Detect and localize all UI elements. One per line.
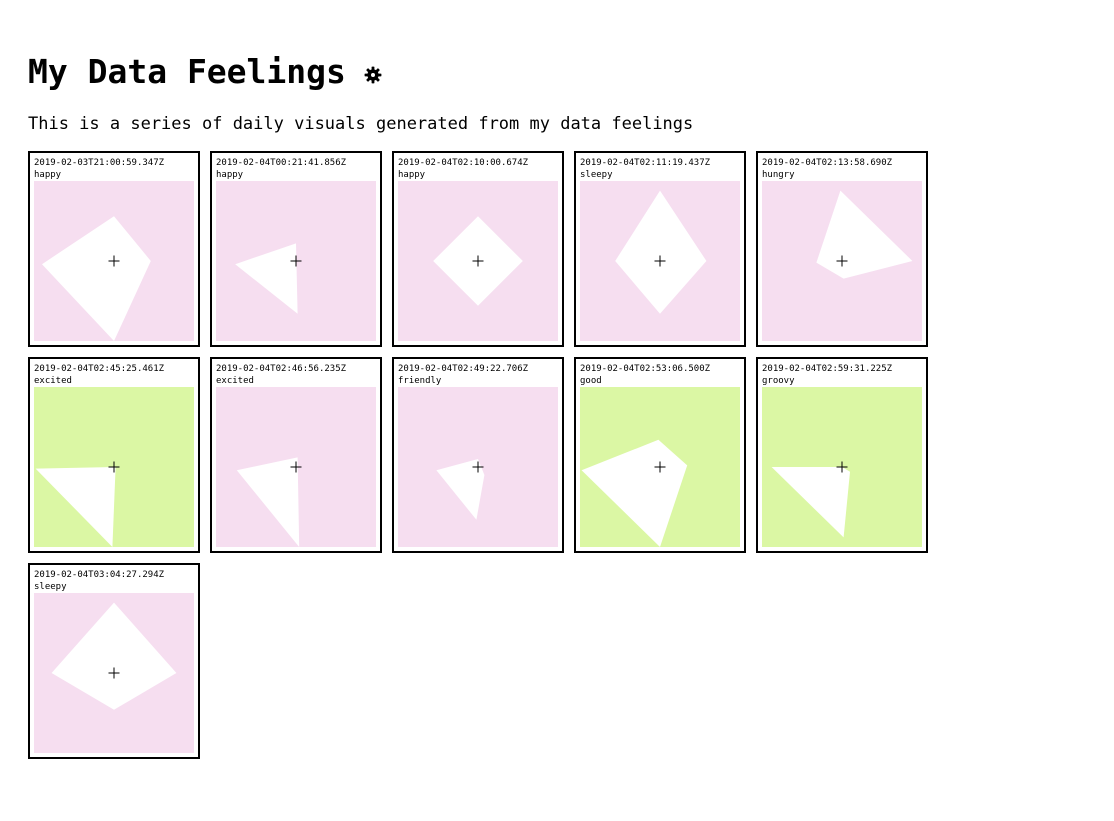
card-feeling: sleepy <box>34 582 67 592</box>
card-timestamp: 2019-02-04T02:13:58.690Z <box>762 158 893 168</box>
feeling-card: 2019-02-04T02:46:56.235Z excited <box>210 357 382 553</box>
card-timestamp: 2019-02-04T02:45:25.461Z <box>34 364 165 374</box>
feeling-card: 2019-02-04T03:04:27.294Z sleepy <box>28 563 200 759</box>
feeling-card: 2019-02-04T02:53:06.500Z good <box>574 357 746 553</box>
card-feeling: happy <box>216 170 244 180</box>
card-feeling: sleepy <box>580 170 613 180</box>
card-feeling: groovy <box>762 376 795 386</box>
card-feeling: good <box>580 376 602 386</box>
card-meta: 2019-02-04T02:45:25.461Z excited <box>34 363 164 387</box>
card-timestamp: 2019-02-04T02:11:19.437Z <box>580 158 711 168</box>
page-subtitle: This is a series of daily visuals genera… <box>28 114 694 134</box>
card-meta: 2019-02-04T02:59:31.225Z groovy <box>762 363 892 387</box>
feeling-card: 2019-02-04T02:10:00.674Z happy <box>392 151 564 347</box>
feeling-visual <box>34 593 194 753</box>
feeling-card: 2019-02-04T02:11:19.437Z sleepy <box>574 151 746 347</box>
feeling-card: 2019-02-03T21:00:59.347Z happy <box>28 151 200 347</box>
card-meta: 2019-02-04T00:21:41.856Z happy <box>216 157 346 181</box>
feeling-visual <box>762 181 922 341</box>
card-timestamp: 2019-02-03T21:00:59.347Z <box>34 158 165 168</box>
card-feeling: friendly <box>398 376 442 386</box>
feeling-card: 2019-02-04T00:21:41.856Z happy <box>210 151 382 347</box>
card-meta: 2019-02-04T02:10:00.674Z happy <box>398 157 528 181</box>
card-meta: 2019-02-04T02:46:56.235Z excited <box>216 363 346 387</box>
feeling-visual <box>216 181 376 341</box>
card-timestamp: 2019-02-04T02:46:56.235Z <box>216 364 347 374</box>
card-feeling: hungry <box>762 170 795 180</box>
feeling-visual <box>34 181 194 341</box>
feeling-visual <box>580 387 740 547</box>
card-timestamp: 2019-02-04T03:04:27.294Z <box>34 570 165 580</box>
card-meta: 2019-02-04T02:13:58.690Z hungry <box>762 157 892 181</box>
feeling-visual <box>398 387 558 547</box>
card-meta: 2019-02-04T02:49:22.706Z friendly <box>398 363 528 387</box>
feeling-card: 2019-02-04T02:45:25.461Z excited <box>28 357 200 553</box>
card-timestamp: 2019-02-04T02:53:06.500Z <box>580 364 711 374</box>
card-meta: 2019-02-03T21:00:59.347Z happy <box>34 157 164 181</box>
feeling-card: 2019-02-04T02:59:31.225Z groovy <box>756 357 928 553</box>
card-feeling: excited <box>216 376 254 386</box>
gear-icon <box>364 66 382 84</box>
feeling-visual <box>580 181 740 341</box>
card-timestamp: 2019-02-04T00:21:41.856Z <box>216 158 347 168</box>
feeling-visual <box>762 387 922 547</box>
card-timestamp: 2019-02-04T02:10:00.674Z <box>398 158 529 168</box>
feeling-card: 2019-02-04T02:49:22.706Z friendly <box>392 357 564 553</box>
card-feeling: happy <box>398 170 426 180</box>
page-title: My Data Feelings <box>28 52 346 91</box>
card-feeling: excited <box>34 376 72 386</box>
feeling-visual <box>34 387 194 547</box>
card-timestamp: 2019-02-04T02:59:31.225Z <box>762 364 893 374</box>
feeling-card: 2019-02-04T02:13:58.690Z hungry <box>756 151 928 347</box>
feeling-visual <box>398 181 558 341</box>
page-header: My Data Feelings <box>28 50 382 94</box>
card-timestamp: 2019-02-04T02:49:22.706Z <box>398 364 529 374</box>
card-feeling: happy <box>34 170 62 180</box>
card-meta: 2019-02-04T02:53:06.500Z good <box>580 363 710 387</box>
feeling-visual <box>216 387 376 547</box>
card-meta: 2019-02-04T03:04:27.294Z sleepy <box>34 569 164 593</box>
card-meta: 2019-02-04T02:11:19.437Z sleepy <box>580 157 710 181</box>
